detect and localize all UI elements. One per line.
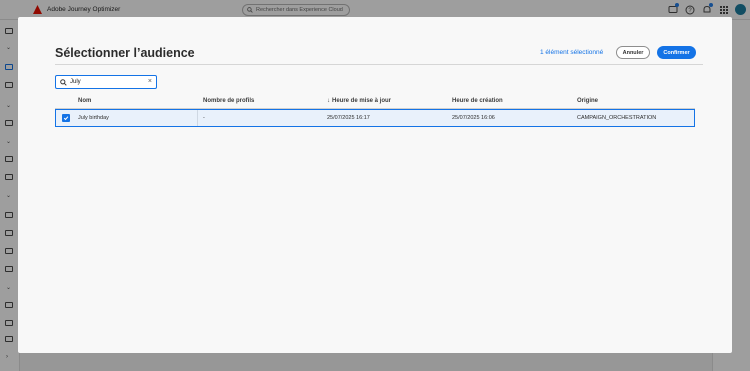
column-header-name[interactable]: Nom bbox=[78, 98, 91, 104]
cancel-button[interactable]: Annuler bbox=[616, 46, 650, 59]
table-row[interactable]: July birthday - 25/07/2025 16:17 25/07/2… bbox=[55, 109, 695, 127]
cell-updated: 25/07/2025 16:17 bbox=[327, 115, 370, 121]
cell-name: July birthday bbox=[78, 115, 109, 121]
column-header-updated-label: Heure de mise à jour bbox=[332, 98, 392, 104]
search-value: July bbox=[70, 79, 81, 85]
selected-count-link[interactable]: 1 élément sélectionné bbox=[540, 49, 603, 56]
cell-profiles: - bbox=[203, 115, 205, 121]
confirm-button[interactable]: Confirmer bbox=[657, 46, 696, 59]
column-divider bbox=[197, 110, 198, 126]
checkmark-icon bbox=[63, 116, 69, 121]
sort-descending-icon: ↓ bbox=[327, 98, 330, 104]
table-header: Nom Nombre de profils ↓ Heure de mise à j… bbox=[55, 97, 695, 109]
clear-search-icon[interactable]: × bbox=[148, 78, 152, 85]
column-header-origin[interactable]: Origine bbox=[577, 98, 598, 104]
column-header-updated[interactable]: ↓ Heure de mise à jour bbox=[327, 98, 391, 104]
dialog-title: Sélectionner l’audience bbox=[55, 46, 195, 60]
cell-origin: CAMPAIGN_ORCHESTRATION bbox=[577, 115, 657, 121]
search-icon bbox=[60, 78, 67, 86]
select-audience-dialog: Sélectionner l’audience 1 élément sélect… bbox=[18, 17, 732, 353]
cell-created: 25/07/2025 16:06 bbox=[452, 115, 495, 121]
column-header-created[interactable]: Heure de création bbox=[452, 98, 503, 104]
column-header-profiles[interactable]: Nombre de profils bbox=[203, 98, 254, 104]
header-divider bbox=[55, 64, 703, 65]
audience-search-input[interactable]: July × bbox=[55, 75, 157, 89]
row-checkbox[interactable] bbox=[62, 114, 70, 122]
